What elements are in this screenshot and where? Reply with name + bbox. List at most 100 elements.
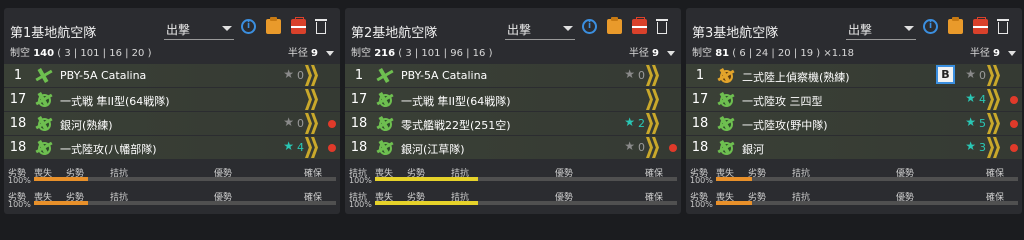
plane-icon bbox=[375, 66, 395, 84]
air-base-panel: 第1基地航空隊 出撃 i 制空 140 ( 3 | 101 | 16 | 20 … bbox=[4, 8, 340, 214]
slot-row[interactable]: 17 一式戦 隼II型(64戦隊) bbox=[4, 88, 340, 111]
toolbox-icon[interactable] bbox=[291, 17, 306, 34]
panel-title: 第1基地航空隊 bbox=[10, 26, 97, 41]
star-icon: ★ bbox=[283, 139, 294, 153]
plane-name[interactable]: 一式陸攻(八幡部隊) bbox=[60, 141, 157, 157]
b-badge[interactable]: B bbox=[936, 65, 955, 84]
trash-icon[interactable] bbox=[656, 19, 668, 34]
state-fill bbox=[716, 201, 753, 205]
air-label: 制空 bbox=[692, 48, 712, 59]
air-detail: ( 6 | 24 | 20 | 19 ) ×1.18 bbox=[732, 48, 854, 59]
plane-icon bbox=[34, 114, 53, 132]
slot-row[interactable]: 18 銀河(熟練) ★ 0 bbox=[4, 112, 340, 135]
plane-name[interactable]: 一式戦 隼II型(64戦隊) bbox=[401, 93, 511, 109]
slot-row[interactable]: 18 一式陸攻(八幡部隊) ★ 4 bbox=[4, 136, 340, 159]
plane-icon bbox=[34, 138, 53, 156]
info-icon[interactable]: i bbox=[241, 19, 256, 34]
slot-count: 18 bbox=[691, 116, 709, 131]
state-fill bbox=[34, 201, 89, 205]
percent-label: 100% bbox=[690, 176, 713, 185]
state-track bbox=[34, 177, 336, 181]
air-value: 81 bbox=[715, 48, 730, 59]
slot-row[interactable]: 18 銀河 ★ 3 bbox=[686, 136, 1022, 159]
improvement-level: 5 bbox=[979, 117, 986, 130]
plane-name[interactable]: 一式陸攻 三四型 bbox=[742, 93, 823, 109]
slot-row[interactable]: 1 二式陸上偵察機(熟練) B ★ 0 bbox=[686, 64, 1022, 87]
state-track bbox=[375, 201, 677, 205]
plane-name[interactable]: 一式戦 隼II型(64戦隊) bbox=[60, 93, 170, 109]
proficiency-chevron-icon[interactable] bbox=[987, 65, 1005, 86]
star-icon: ★ bbox=[624, 139, 635, 153]
state-fill bbox=[716, 177, 753, 181]
plane-name[interactable]: 銀河(熟練) bbox=[60, 117, 113, 133]
state-fill bbox=[375, 177, 478, 181]
improvement-level: 0 bbox=[297, 69, 304, 82]
state-track bbox=[34, 201, 336, 205]
info-icon[interactable]: i bbox=[582, 19, 597, 34]
proficiency-chevron-icon[interactable] bbox=[987, 113, 1005, 134]
toolbox-icon[interactable] bbox=[632, 17, 647, 34]
improvement-level: 3 bbox=[979, 141, 986, 154]
info-icon[interactable]: i bbox=[923, 19, 938, 34]
radius-label: 半径 bbox=[969, 48, 990, 59]
slot-row[interactable]: 17 一式陸攻 三四型 ★ 4 bbox=[686, 88, 1022, 111]
air-detail: ( 3 | 101 | 16 | 20 ) bbox=[57, 48, 152, 59]
slot-row[interactable]: 1 PBY-5A Catalina ★ 0 bbox=[345, 64, 681, 87]
proficiency-chevron-icon[interactable] bbox=[305, 65, 323, 86]
plane-name[interactable]: 二式陸上偵察機(熟練) bbox=[742, 69, 850, 85]
slot-count: 18 bbox=[350, 140, 368, 155]
slot-row[interactable]: 1 PBY-5A Catalina ★ 0 bbox=[4, 64, 340, 87]
toolbox-icon[interactable] bbox=[973, 17, 988, 34]
improvement-level: 4 bbox=[979, 93, 986, 106]
chevron-down-icon bbox=[563, 26, 573, 31]
state-fill bbox=[375, 201, 478, 205]
proficiency-chevron-icon[interactable] bbox=[646, 89, 664, 110]
star-icon: ★ bbox=[965, 115, 976, 129]
proficiency-chevron-icon[interactable] bbox=[987, 137, 1005, 158]
plane-name[interactable]: PBY-5A Catalina bbox=[401, 69, 487, 82]
clipboard-icon[interactable] bbox=[948, 17, 963, 34]
slot-row[interactable]: 18 一式陸攻(野中隊) ★ 5 bbox=[686, 112, 1022, 135]
caret-down-icon bbox=[1008, 50, 1016, 56]
star-icon: ★ bbox=[624, 115, 635, 129]
clipboard-icon[interactable] bbox=[266, 17, 281, 34]
percent-label: 100% bbox=[8, 200, 31, 209]
plane-name[interactable]: PBY-5A Catalina bbox=[60, 69, 146, 82]
mode-select[interactable]: 出撃 bbox=[846, 18, 916, 40]
trash-icon[interactable] bbox=[997, 19, 1009, 34]
slot-count: 18 bbox=[9, 116, 27, 131]
radius-control[interactable]: 半径 9 bbox=[288, 44, 334, 59]
slot-row[interactable]: 17 一式戦 隼II型(64戦隊) bbox=[345, 88, 681, 111]
slot-row[interactable]: 18 銀河(江草隊) ★ 0 bbox=[345, 136, 681, 159]
caret-down-icon bbox=[326, 50, 334, 56]
trash-icon[interactable] bbox=[315, 19, 327, 34]
proficiency-chevron-icon[interactable] bbox=[305, 113, 323, 134]
plane-icon bbox=[375, 114, 394, 132]
mode-select[interactable]: 出撃 bbox=[164, 18, 234, 40]
plane-icon bbox=[375, 90, 394, 108]
radius-control[interactable]: 半径 9 bbox=[970, 44, 1016, 59]
panel-title: 第3基地航空隊 bbox=[692, 26, 779, 41]
star-icon: ★ bbox=[965, 67, 976, 81]
proficiency-chevron-icon[interactable] bbox=[305, 137, 323, 158]
percent-label: 100% bbox=[690, 200, 713, 209]
mode-select[interactable]: 出撃 bbox=[505, 18, 575, 40]
proficiency-chevron-icon[interactable] bbox=[305, 89, 323, 110]
plane-name[interactable]: 一式陸攻(野中隊) bbox=[742, 117, 828, 133]
plane-name[interactable]: 銀河 bbox=[742, 141, 764, 157]
proficiency-chevron-icon[interactable] bbox=[646, 113, 664, 134]
state-track bbox=[716, 177, 1018, 181]
mode-value: 出撃 bbox=[507, 23, 532, 37]
slot-row[interactable]: 18 零式艦戦22型(251空) ★ 2 bbox=[345, 112, 681, 135]
plane-name[interactable]: 銀河(江草隊) bbox=[401, 141, 465, 157]
plane-name[interactable]: 零式艦戦22型(251空) bbox=[401, 117, 511, 133]
proficiency-chevron-icon[interactable] bbox=[646, 65, 664, 86]
status-dot-icon bbox=[669, 144, 677, 152]
clipboard-icon[interactable] bbox=[607, 17, 622, 34]
slot-count: 17 bbox=[691, 92, 709, 107]
improvement-level: 2 bbox=[638, 117, 645, 130]
improvement-level: 0 bbox=[638, 69, 645, 82]
proficiency-chevron-icon[interactable] bbox=[987, 89, 1005, 110]
proficiency-chevron-icon[interactable] bbox=[646, 137, 664, 158]
radius-control[interactable]: 半径 9 bbox=[629, 44, 675, 59]
